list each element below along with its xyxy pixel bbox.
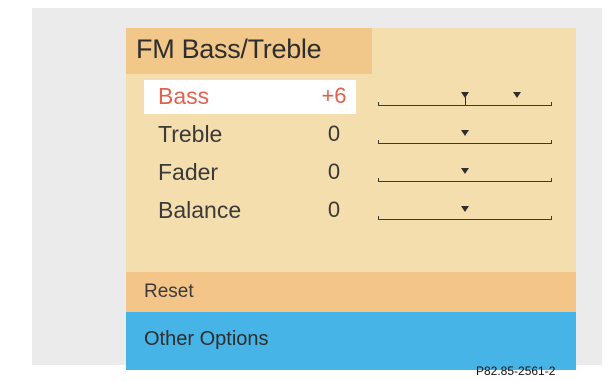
slider-track-end bbox=[551, 178, 552, 182]
menu-row-fader[interactable]: Fader 0 bbox=[144, 156, 564, 190]
figure-reference-code: P82.85-2561-2 bbox=[476, 364, 556, 378]
slider-level-marker bbox=[461, 206, 469, 212]
slider-track-end bbox=[551, 216, 552, 220]
reset-button[interactable]: Reset bbox=[126, 272, 576, 312]
other-options-label: Other Options bbox=[144, 328, 269, 350]
reset-label: Reset bbox=[144, 281, 194, 302]
treble-slider[interactable] bbox=[378, 128, 552, 146]
bass-treble-menu: FM Bass/Treble Bass +6 Treble 0 Fader 0 … bbox=[126, 28, 576, 370]
slider-track bbox=[378, 105, 552, 106]
slider-track-start bbox=[378, 216, 379, 220]
slider-track-start bbox=[378, 102, 379, 106]
slider-level-marker bbox=[461, 130, 469, 136]
menu-row-treble[interactable]: Treble 0 bbox=[144, 118, 564, 152]
row-value-bass: +6 bbox=[321, 83, 347, 108]
slider-track-end bbox=[551, 140, 552, 144]
row-label-bass: Bass bbox=[158, 83, 210, 109]
slider-track bbox=[378, 143, 552, 144]
row-label-treble: Treble bbox=[158, 121, 223, 147]
menu-title-tab: FM Bass/Treble bbox=[126, 28, 372, 74]
slider-track bbox=[378, 181, 552, 182]
bass-slider[interactable] bbox=[378, 90, 552, 108]
menu-title: FM Bass/Treble bbox=[136, 34, 322, 64]
slider-track bbox=[378, 219, 552, 220]
fader-slider[interactable] bbox=[378, 166, 552, 184]
row-value-treble: 0 bbox=[327, 121, 341, 146]
slider-track-end bbox=[551, 102, 552, 106]
row-label-fader: Fader bbox=[158, 159, 219, 185]
slider-center-marker bbox=[461, 92, 469, 105]
menu-row-bass[interactable]: Bass +6 bbox=[144, 80, 564, 114]
display-screen: FM Bass/Treble Bass +6 Treble 0 Fader 0 … bbox=[32, 8, 602, 370]
menu-row-balance[interactable]: Balance 0 bbox=[144, 194, 564, 228]
slider-level-marker bbox=[461, 168, 469, 174]
row-label-balance: Balance bbox=[158, 197, 242, 223]
other-options-button[interactable]: Other Options bbox=[126, 312, 576, 370]
row-value-fader: 0 bbox=[327, 159, 341, 184]
slider-level-marker bbox=[513, 92, 522, 98]
slider-track-start bbox=[378, 140, 379, 144]
balance-slider[interactable] bbox=[378, 204, 552, 222]
row-value-balance: 0 bbox=[327, 197, 341, 222]
slider-track-start bbox=[378, 178, 379, 182]
